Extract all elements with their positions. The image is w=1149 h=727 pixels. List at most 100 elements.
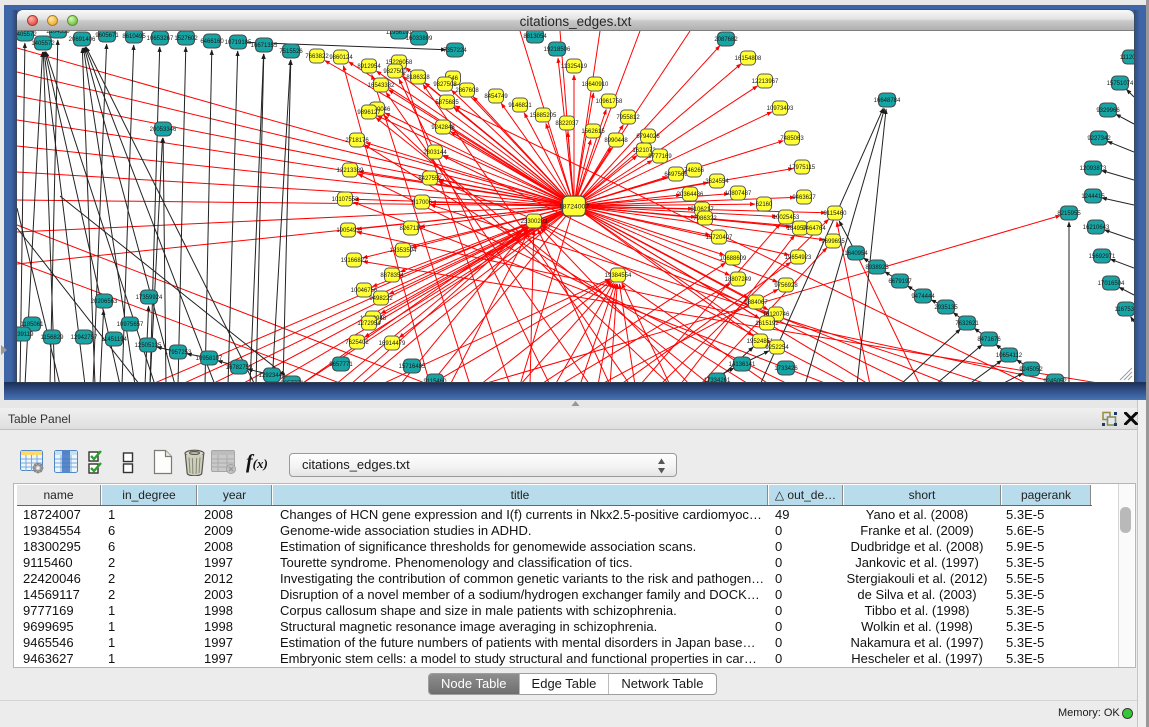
- svg-text:8267110: 8267110: [400, 226, 424, 232]
- svg-text:7632621: 7632621: [955, 321, 979, 327]
- svg-text:8427552: 8427552: [418, 176, 442, 182]
- svg-text:8912954: 8912954: [357, 64, 381, 70]
- svg-text:1112075: 1112075: [1120, 55, 1134, 61]
- svg-text:10107553: 10107553: [332, 197, 359, 203]
- svg-text:9474444: 9474444: [911, 294, 935, 300]
- svg-text:10719185: 10719185: [225, 40, 252, 46]
- svg-text:17334261: 17334261: [704, 378, 731, 382]
- svg-text:10654112: 10654112: [996, 353, 1023, 359]
- svg-text:1905493: 1905493: [336, 228, 360, 234]
- svg-text:15692971: 15692971: [1089, 254, 1116, 260]
- svg-text:9657771: 9657771: [329, 362, 353, 368]
- svg-text:9498222: 9498222: [369, 296, 393, 302]
- svg-text:1405572: 1405572: [31, 41, 55, 47]
- svg-text:16210643: 16210643: [1083, 225, 1110, 231]
- svg-text:1527602: 1527602: [174, 36, 198, 42]
- svg-text:2867608: 2867608: [455, 88, 479, 94]
- svg-text:10688609: 10688609: [720, 256, 747, 262]
- svg-text:10975657: 10975657: [117, 322, 144, 328]
- svg-text:17016504: 17016504: [1098, 281, 1125, 287]
- svg-text:11451194: 11451194: [101, 337, 127, 343]
- svg-text:9115460: 9115460: [424, 379, 448, 382]
- svg-text:8878354: 8878354: [380, 273, 404, 279]
- svg-text:19166827: 19166827: [341, 258, 368, 264]
- svg-text:2087682: 2087682: [714, 37, 738, 43]
- svg-text:1615192: 1615192: [755, 321, 779, 327]
- svg-text:12923448: 12923448: [259, 373, 286, 379]
- svg-text:9242848: 9242848: [431, 125, 455, 131]
- svg-text:1244415: 1244415: [1081, 194, 1105, 200]
- svg-text:10807487: 10807487: [725, 191, 752, 197]
- svg-text:19654923: 19654923: [785, 255, 812, 261]
- svg-text:7357224: 7357224: [443, 48, 467, 54]
- svg-text:23300203: 23300203: [521, 219, 548, 225]
- svg-text:19384554: 19384554: [605, 273, 632, 279]
- svg-text:2718176: 2718176: [345, 138, 369, 144]
- svg-text:20206563: 20206563: [91, 299, 118, 305]
- svg-text:9329966: 9329966: [1096, 108, 1120, 114]
- svg-text:8610495: 8610495: [122, 34, 146, 40]
- svg-text:6466160: 6466160: [200, 39, 224, 45]
- svg-text:7485063: 7485063: [780, 136, 804, 142]
- svg-text:15885205: 15885205: [530, 113, 557, 119]
- svg-text:8471676: 8471676: [977, 337, 1001, 343]
- svg-text:16648784: 16648784: [874, 98, 901, 104]
- svg-text:16671355: 16671355: [251, 43, 278, 49]
- svg-text:8186328: 8186328: [406, 75, 430, 81]
- svg-text:3624554: 3624554: [705, 179, 729, 185]
- svg-text:7625402: 7625402: [345, 340, 369, 346]
- svg-text:16154808: 16154808: [735, 56, 762, 62]
- svg-text:9896127: 9896127: [357, 110, 381, 116]
- svg-text:9657771: 9657771: [280, 381, 304, 382]
- svg-text:18640910: 18640910: [582, 82, 609, 88]
- svg-text:12213389: 12213389: [337, 168, 364, 174]
- svg-text:2935135: 2935135: [934, 305, 958, 311]
- svg-text:8215955: 8215955: [1057, 211, 1081, 217]
- svg-text:1733426: 1733426: [774, 366, 798, 372]
- svg-text:9605671: 9605671: [95, 33, 119, 39]
- svg-text:15751074: 15751074: [1107, 81, 1134, 87]
- svg-text:9884067: 9884067: [744, 300, 768, 306]
- svg-text:9245052: 9245052: [1043, 379, 1067, 382]
- svg-text:12353594: 12353594: [390, 248, 417, 254]
- svg-text:9327500: 9327500: [383, 69, 407, 75]
- svg-text:8813054: 8813054: [523, 34, 547, 40]
- svg-text:8322037: 8322037: [555, 121, 579, 127]
- svg-text:9756928: 9756928: [774, 283, 798, 289]
- svg-text:7515526: 7515526: [279, 49, 303, 55]
- svg-text:16543382: 16543382: [368, 83, 395, 89]
- svg-text:17359924: 17359924: [136, 295, 163, 301]
- svg-text:10653267: 10653267: [147, 36, 174, 42]
- svg-text:9115460: 9115460: [824, 211, 848, 217]
- svg-text:10025453: 10025453: [773, 215, 800, 221]
- svg-text:1405572: 1405572: [17, 32, 37, 38]
- svg-text:8454749: 8454749: [484, 94, 508, 100]
- svg-text:7986322: 7986322: [693, 216, 717, 222]
- svg-text:2104559: 2104559: [46, 31, 70, 35]
- svg-text:6679197: 6679197: [888, 279, 912, 285]
- svg-text:10973493: 10973493: [767, 106, 794, 112]
- svg-text:1167533: 1167533: [1115, 307, 1134, 313]
- svg-text:15716485: 15716485: [399, 364, 426, 370]
- svg-text:15720407: 15720407: [706, 235, 733, 241]
- svg-text:9245052: 9245052: [1019, 367, 1043, 373]
- svg-text:20691406: 20691406: [69, 37, 96, 43]
- svg-text:9327508: 9327508: [433, 82, 457, 88]
- svg-text:9777169: 9777169: [648, 154, 672, 160]
- svg-text:10961758: 10961758: [596, 99, 623, 105]
- svg-text:8938923: 8938923: [865, 265, 889, 271]
- svg-text:8990448: 8990448: [604, 138, 628, 144]
- svg-text:2803144: 2803144: [423, 150, 447, 156]
- svg-text:16033809: 16033809: [406, 36, 433, 42]
- svg-text:62160: 62160: [756, 202, 773, 208]
- svg-text:6794028: 6794028: [636, 134, 660, 140]
- svg-text:9699695: 9699695: [821, 239, 845, 245]
- svg-text:9464764: 9464764: [802, 226, 826, 232]
- svg-text:9227342: 9227342: [1087, 136, 1111, 142]
- svg-text:18807249: 18807249: [725, 277, 752, 283]
- svg-text:1156829: 1156829: [41, 335, 65, 341]
- svg-text:12093873: 12093873: [1080, 166, 1107, 172]
- svg-text:12505135: 12505135: [135, 343, 162, 349]
- svg-text:12942757: 12942757: [71, 335, 98, 341]
- svg-text:9339119: 9339119: [17, 332, 34, 338]
